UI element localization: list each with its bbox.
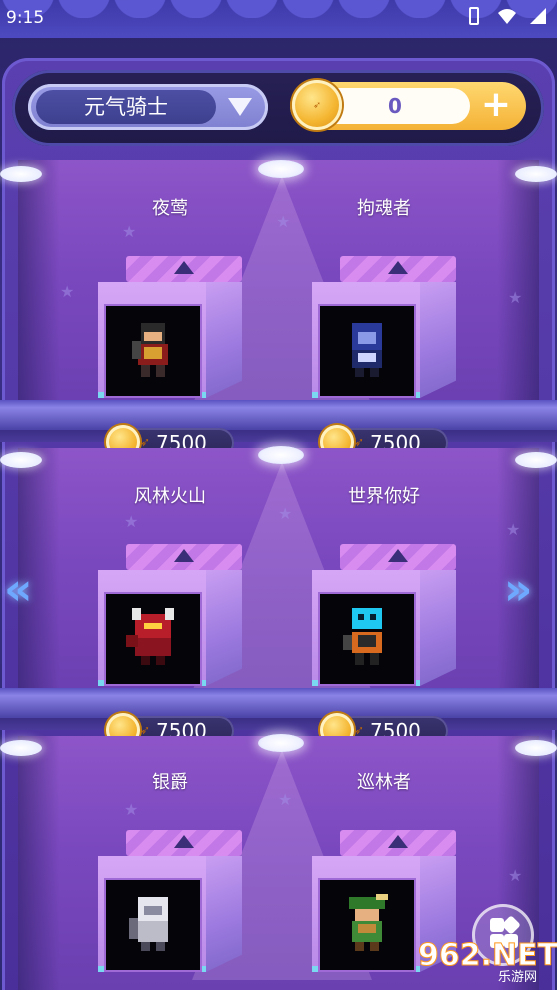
side-lamp bbox=[0, 740, 42, 756]
side-lamp bbox=[515, 166, 557, 182]
coin-icon bbox=[292, 80, 342, 130]
star-icon: ★ bbox=[124, 800, 139, 819]
skin-box-silver-baron[interactable] bbox=[98, 830, 244, 980]
status-icons bbox=[465, 6, 547, 26]
coin-balance-value: 0 bbox=[320, 88, 470, 124]
star-icon: ★ bbox=[508, 866, 523, 885]
side-lamp bbox=[0, 452, 42, 468]
knight-sprite bbox=[132, 323, 168, 377]
status-bar: 9:15 bbox=[0, 0, 557, 38]
skin-box-hello-world[interactable] bbox=[312, 544, 458, 694]
spotlight-lamp bbox=[258, 446, 304, 464]
star-icon: ★ bbox=[508, 288, 523, 307]
skin-box-nightingale[interactable] bbox=[98, 256, 244, 406]
skin-preview bbox=[104, 878, 202, 972]
side-lamp bbox=[0, 166, 42, 182]
star-icon: ★ bbox=[278, 504, 293, 523]
skin-preview bbox=[318, 878, 416, 972]
side-lamp bbox=[515, 452, 557, 468]
star-icon: ★ bbox=[122, 222, 137, 241]
character-select-value: 元气骑士 bbox=[36, 90, 216, 124]
status-time: 9:15 bbox=[6, 8, 45, 28]
previous-page-button[interactable]: « bbox=[4, 562, 48, 618]
skin-name: 巡林者 bbox=[357, 772, 411, 793]
side-lamp bbox=[515, 740, 557, 756]
spotlight-lamp bbox=[258, 734, 304, 752]
skin-box-wind-forest-fire-mountain[interactable] bbox=[98, 544, 244, 694]
knight-sprite bbox=[129, 897, 168, 951]
skin-preview bbox=[318, 304, 416, 398]
skin-box-soul-catcher[interactable] bbox=[312, 256, 458, 406]
skin-name: 风林火山 bbox=[134, 486, 206, 507]
star-icon: ★ bbox=[60, 282, 75, 301]
knight-sprite bbox=[126, 608, 174, 665]
skin-preview bbox=[318, 592, 416, 686]
shelf-plank bbox=[0, 688, 557, 718]
chevron-down-icon bbox=[228, 98, 252, 116]
shelf-plank bbox=[0, 400, 557, 430]
shelf-underside bbox=[0, 430, 557, 442]
knight-sprite bbox=[352, 323, 382, 377]
wifi-icon bbox=[497, 6, 516, 26]
skin-preview bbox=[104, 592, 202, 686]
knight-sprite bbox=[343, 608, 382, 665]
star-icon: ★ bbox=[276, 212, 291, 231]
watermark-logo: 962.NET 乐游网 bbox=[417, 938, 557, 986]
character-select[interactable]: 元气骑士 bbox=[28, 84, 268, 130]
skin-name: 夜莺 bbox=[152, 198, 188, 219]
skin-name: 拘魂者 bbox=[357, 198, 411, 219]
next-page-button[interactable]: » bbox=[504, 562, 548, 618]
knight-sprite bbox=[349, 894, 388, 951]
vibrate-icon bbox=[465, 6, 483, 26]
shelf-underside bbox=[0, 718, 557, 730]
skin-preview bbox=[104, 304, 202, 398]
star-icon: ★ bbox=[124, 512, 139, 531]
skin-name: 世界你好 bbox=[348, 486, 420, 507]
star-icon: ★ bbox=[278, 790, 293, 809]
spotlight-lamp bbox=[258, 160, 304, 178]
signal-icon bbox=[529, 6, 547, 26]
star-icon: ★ bbox=[506, 520, 521, 539]
add-coins-button[interactable]: + bbox=[478, 87, 514, 124]
watermark-sub: 乐游网 bbox=[498, 970, 538, 985]
skin-name: 银爵 bbox=[152, 772, 188, 793]
